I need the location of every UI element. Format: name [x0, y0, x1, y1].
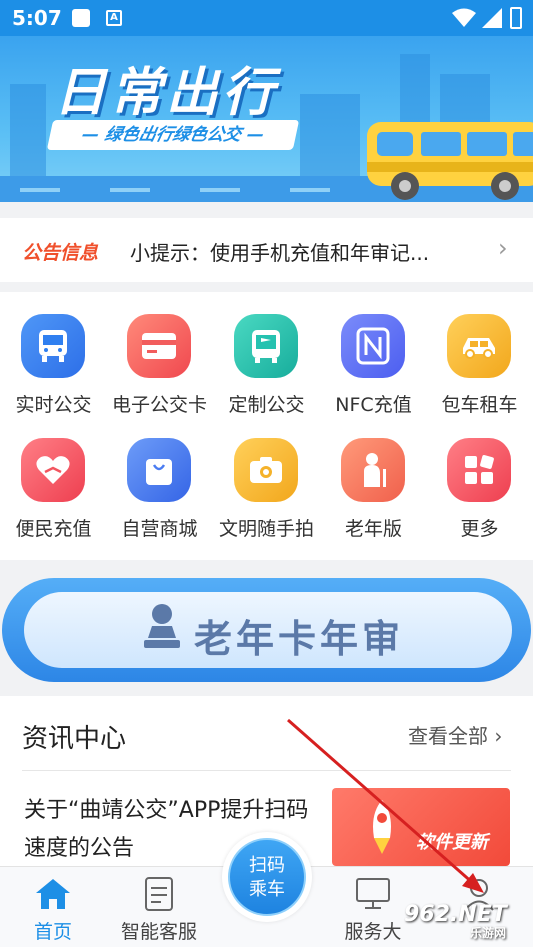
chevron-right-icon: › [498, 234, 508, 262]
service-label: NFC充值 [335, 394, 412, 416]
news-heading: 资讯中心 [22, 724, 127, 754]
banner-title: 日常出行 [54, 63, 279, 123]
tab-label: 智能客服 [120, 921, 197, 943]
document-icon [145, 877, 173, 911]
stamp-icon [144, 604, 180, 648]
signal-icon [482, 8, 502, 28]
bus-icon [21, 314, 85, 378]
custom-bus-icon [234, 314, 298, 378]
service-label: 更多 [460, 518, 499, 540]
service-label: 便民充值 [15, 518, 92, 540]
tab-label: 首页 [33, 921, 72, 943]
camera-icon [234, 438, 298, 502]
road-stripe [200, 188, 240, 192]
service-label: 包车租车 [441, 394, 518, 416]
scan-ride-label: 扫码 乘车 [228, 838, 306, 916]
elderly-icon [341, 438, 405, 502]
road-stripe [110, 188, 150, 192]
news-thumbnail[interactable]: 软件更新 [332, 788, 510, 866]
service-e-card[interactable]: 电子公交卡 [106, 314, 213, 434]
divider [22, 770, 511, 771]
service-label: 文明随手拍 [218, 518, 314, 540]
banner-subtitle: — 绿色出行绿色公交 — [46, 120, 300, 150]
tab-service[interactable]: 智能客服 [106, 875, 212, 944]
services-grid: 实时公交 电子公交卡 定制公交 NFC充值 包车租车 便民充值 自营商城 文明随… [0, 292, 533, 560]
service-label: 老年版 [344, 518, 402, 540]
road-stripe [20, 188, 60, 192]
shopping-bag-icon [127, 438, 191, 502]
home-icon [36, 879, 70, 909]
service-more[interactable]: 更多 [426, 438, 533, 558]
service-mall[interactable]: 自营商城 [106, 438, 213, 558]
notice-text: 小提示：使用手机充值和年审记... [130, 241, 430, 265]
road-stripe [290, 188, 330, 192]
car-icon [447, 314, 511, 378]
notice-bar[interactable]: 公告信息 小提示：使用手机充值和年审记... › [0, 218, 533, 282]
service-custom-bus[interactable]: 定制公交 [213, 314, 320, 434]
elderly-card-review-banner[interactable]: 老年卡年审 [0, 576, 533, 686]
service-label: 定制公交 [228, 394, 305, 416]
view-all-link[interactable]: 查看全部 › [408, 720, 502, 749]
heart-hand-icon [21, 438, 85, 502]
status-time: 5:07 [12, 6, 62, 30]
wifi-icon [452, 8, 476, 27]
service-realtime-bus[interactable]: 实时公交 [0, 314, 107, 434]
more-icon [447, 438, 511, 502]
tab-home[interactable]: 首页 [0, 875, 106, 944]
building-shape [300, 94, 360, 184]
service-charter[interactable]: 包车租车 [426, 314, 533, 434]
service-nfc[interactable]: NFC充值 [320, 314, 427, 434]
monitor-icon [356, 878, 390, 909]
promo-banner[interactable]: 日常出行 — 绿色出行绿色公交 — [0, 36, 533, 202]
building-shape [10, 84, 46, 184]
scan-line-1: 扫码 [249, 855, 285, 876]
status-bar: 5:07 A [0, 0, 533, 36]
bus-illustration [367, 122, 533, 200]
banner-text: 老年卡年审 [194, 617, 405, 661]
service-label: 自营商城 [121, 518, 198, 540]
thumbnail-text: 软件更新 [416, 832, 488, 853]
view-all-label: 查看全部 [408, 724, 488, 748]
service-label: 电子公交卡 [111, 394, 207, 416]
notice-tag: 公告信息 [22, 242, 99, 264]
card-icon [127, 314, 191, 378]
scan-ride-button[interactable]: 扫码 乘车 [222, 832, 312, 922]
banner-pill: 老年卡年审 [2, 578, 531, 682]
service-photo[interactable]: 文明随手拍 [213, 438, 320, 558]
service-recharge[interactable]: 便民充值 [0, 438, 107, 558]
rocket-icon [373, 800, 391, 854]
a-icon: A [106, 10, 122, 26]
nfc-icon [341, 314, 405, 378]
service-elderly[interactable]: 老年版 [320, 438, 427, 558]
battery-icon [510, 7, 522, 29]
watermark-sub: 乐游网 [470, 926, 507, 940]
service-label: 实时公交 [15, 394, 92, 416]
notification-icon [72, 9, 90, 27]
chevron-right-icon: › [488, 724, 503, 748]
scan-line-2: 乘车 [249, 879, 285, 900]
